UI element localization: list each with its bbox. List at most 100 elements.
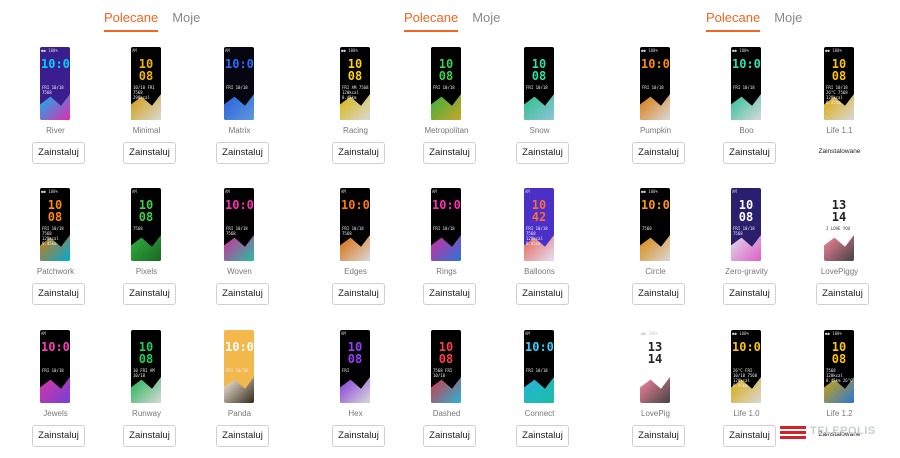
watchface-preview[interactable]: AM 10 42 FRI 10/18 7568 120kcal 8.45km (524, 188, 554, 261)
watchface-preview[interactable]: AM 10:08 FRI 10/18 (431, 188, 461, 261)
watchface-card[interactable]: ●● 100% 10:08 7568 Circle Zainstaluj (609, 188, 702, 318)
watchface-card[interactable]: AM 10 08 FRI 10/18 7568 Zero-gravity Zainsta… (700, 188, 793, 318)
preview-info: FRI AM 7568 120kcal 8.45km (342, 85, 369, 100)
watchface-card[interactable]: AM 10 08 FRI Hex Zainstaluj (309, 330, 402, 458)
watchface-preview[interactable]: 10 08 FRI 10/18 (524, 47, 554, 120)
watchface-preview[interactable]: ●● 100% 10 08 FRI 10/18 7568 120kcal 8.45k… (40, 188, 70, 261)
install-button[interactable]: Zainstaluj (516, 425, 569, 447)
watchface-card[interactable]: AM 10 42 FRI 10/18 7568 120kcal 8.45km Ball… (493, 188, 586, 318)
watchface-preview[interactable]: 10 08 10 FRI AM 10/18 (131, 330, 161, 403)
install-button[interactable]: Zainstaluj (332, 142, 385, 164)
install-button[interactable]: Zainstaluj (216, 425, 269, 447)
tab-recommended[interactable]: Polecane (104, 9, 159, 33)
install-button[interactable]: Zainstaluj (216, 142, 269, 164)
install-button[interactable]: Zainstaluj (123, 142, 176, 164)
watchface-preview[interactable]: AM 10 08 FRI (340, 330, 370, 403)
watchface-card[interactable]: AM 10:08 FRI 10/18 Connect Zainstaluj (493, 330, 586, 458)
preview-time: 10 42 (531, 198, 547, 224)
watchface-preview[interactable]: 10 08 7568 FRI 10/18 (431, 330, 461, 403)
watchface-card[interactable]: AM 10 08 10/18 FRI 7568 298kcal Minimal Zain… (100, 47, 193, 177)
watchface-preview[interactable]: AM 10 08 FRI 10/18 7568 (731, 188, 761, 261)
tab-recommended[interactable]: Polecane (404, 9, 459, 33)
watchface-card[interactable]: ●● 100% 10 08 FRI AM 7568 120kcal 8.45km Ra… (309, 47, 402, 177)
watchface-card[interactable]: ●● 100% 10 08 FRI 10/18 26°C 7568 120kcal … (793, 47, 886, 177)
watchface-preview[interactable]: AM 10:08 FRI 10/18 7568 (224, 188, 254, 261)
preview-time: 10:08 (41, 57, 70, 71)
watchface-preview[interactable]: ●● 100% 10:08 FRI 10/18 7568 (40, 47, 70, 120)
watchface-card[interactable]: ●● 100% 10:08 FRI 10/18 Pumpkin Zainstaluj (609, 47, 702, 177)
install-button[interactable]: Zainstaluj (423, 283, 476, 305)
install-button[interactable]: Zainstaluj (516, 142, 569, 164)
preview-status: AM (525, 331, 530, 336)
install-button[interactable]: Zainstaluj (32, 142, 85, 164)
watchface-preview[interactable]: ●● 100% 10:08 FRI 10/18 (731, 47, 761, 120)
install-button[interactable]: Zainstaluj (632, 142, 685, 164)
watchface-card[interactable]: AM 10:08 FRI 10/18 Matrix Zainstaluj (193, 47, 286, 177)
watchface-preview[interactable]: 10:08 FRI 10/18 (224, 330, 254, 403)
watchface-name: Pixels (135, 267, 158, 276)
watchface-preview[interactable]: 13 14 I LOVE YOU (824, 188, 854, 261)
install-button[interactable]: Zainstaluj (723, 283, 776, 305)
watchface-preview[interactable]: ●● 100% 10 08 FRI AM 7568 120kcal 8.45km (340, 47, 370, 120)
install-button[interactable]: Zainstaluj (332, 425, 385, 447)
preview-artwork (224, 94, 254, 120)
tab-recommended[interactable]: Polecane (706, 9, 761, 33)
preview-time: 10 08 (138, 57, 154, 83)
install-button[interactable]: Zainstaluj (723, 142, 776, 164)
install-button[interactable]: Zainstaluj (816, 283, 869, 305)
preview-time: 13 14 (831, 198, 847, 224)
watchface-preview[interactable]: AM 10:08 FRI 10/18 (224, 47, 254, 120)
preview-artwork (340, 235, 370, 261)
watchface-card[interactable]: AM 10:08 FRI 10/18 Rings Zainstaluj (400, 188, 493, 318)
watchface-card[interactable]: 10 08 FRI 10/18 Metropolitan Zainstaluj (400, 47, 493, 177)
watchface-card[interactable]: AM 10:08 FRI 10/18 7568 Edges Zainstaluj (309, 188, 402, 318)
preview-info: 7568 FRI 10/18 (433, 368, 453, 378)
watchface-card[interactable]: 13 14 I LOVE YOU LovePiggy Zainstaluj (793, 188, 886, 318)
watchface-card[interactable]: ●● 100% 13 14 LovePig Zainstaluj (609, 330, 702, 458)
gallery-panel-2: Polecane Moje ●● 100% 10 08 FRI AM 7568 120k… (300, 0, 580, 458)
watchface-card[interactable]: ●● 100% 10:08 FRI 10/18 Boo Zainstaluj (700, 47, 793, 177)
tab-mine[interactable]: Moje (472, 9, 500, 33)
preview-time: 10 08 (438, 340, 454, 366)
watchface-preview[interactable]: ●● 100% 10 08 7568 120kcal 8.45km 26°C (824, 330, 854, 403)
install-button[interactable]: Zainstaluj (123, 425, 176, 447)
watchface-card[interactable]: 10 08 FRI 10/18 Snow Zainstaluj (493, 47, 586, 177)
watchface-preview[interactable]: ●● 100% 10 08 FRI 10/18 26°C 7568 120kcal … (824, 47, 854, 120)
install-button[interactable]: Zainstaluj (332, 283, 385, 305)
watchface-card[interactable]: 10:08 FRI 10/18 Panda Zainstaluj (193, 330, 286, 458)
watchface-card[interactable]: 10 08 7568 FRI 10/18 Dashed Zainstaluj (400, 330, 493, 458)
watchface-preview[interactable]: ●● 100% 13 14 (640, 330, 670, 403)
watermark: TELEPOLIS (780, 424, 890, 442)
install-button[interactable]: Zainstaluj (32, 283, 85, 305)
watchface-preview[interactable]: AM 10 08 10/18 FRI 7568 298kcal (131, 47, 161, 120)
watchface-name: Life 1.1 (826, 126, 853, 135)
install-button[interactable]: Zainstaluj (32, 425, 85, 447)
watchface-card[interactable]: 10 08 10 FRI AM 10/18 Runway Zainstaluj (100, 330, 193, 458)
install-button[interactable]: Zainstaluj (423, 142, 476, 164)
install-button[interactable]: Zainstaluj (632, 425, 685, 447)
install-button[interactable]: Zainstaluj (216, 283, 269, 305)
tab-mine[interactable]: Moje (172, 9, 200, 33)
watchface-card[interactable]: ●● 100% 10 08 FRI 10/18 7568 120kcal 8.45k… (9, 188, 102, 318)
watchface-preview[interactable]: AM 10:08 FRI 10/18 (40, 330, 70, 403)
gallery-panel-3: Polecane Moje ●● 100% 10:08 FRI 10/18 Pumpkin… (600, 0, 880, 458)
watchface-preview[interactable]: ●● 100% 10:08 FRI 10/18 (640, 47, 670, 120)
watchface-card[interactable]: AM 10 08 7568 Pixels Zainstaluj (100, 188, 193, 318)
watchface-preview[interactable]: 10 08 FRI 10/18 (431, 47, 461, 120)
watchface-preview[interactable]: AM 10:08 FRI 10/18 (524, 330, 554, 403)
watchface-preview[interactable]: ●● 100% 10:08 7568 (640, 188, 670, 261)
install-button[interactable]: Zainstaluj (723, 425, 776, 447)
watchface-card[interactable]: AM 10:08 FRI 10/18 7568 Woven Zainstaluj (193, 188, 286, 318)
install-button[interactable]: Zainstaluj (516, 283, 569, 305)
watchface-preview[interactable]: AM 10 08 7568 (131, 188, 161, 261)
install-button[interactable]: Zainstaluj (423, 425, 476, 447)
install-button[interactable]: Zainstaluj (632, 283, 685, 305)
preview-info: FRI 10/18 (226, 368, 248, 373)
watchface-preview[interactable]: ●● 100% 10:08 26°C FRI 10/18 7568 120kcal … (731, 330, 761, 403)
watchface-preview[interactable]: AM 10:08 FRI 10/18 7568 (340, 188, 370, 261)
preview-info: 10/18 FRI 7568 298kcal (133, 85, 155, 100)
watchface-card[interactable]: ●● 100% 10:08 FRI 10/18 7568 River Zainstalu… (9, 47, 102, 177)
install-button[interactable]: Zainstaluj (123, 283, 176, 305)
tab-mine[interactable]: Moje (774, 9, 802, 33)
watchface-card[interactable]: AM 10:08 FRI 10/18 Jewels Zainstaluj (9, 330, 102, 458)
